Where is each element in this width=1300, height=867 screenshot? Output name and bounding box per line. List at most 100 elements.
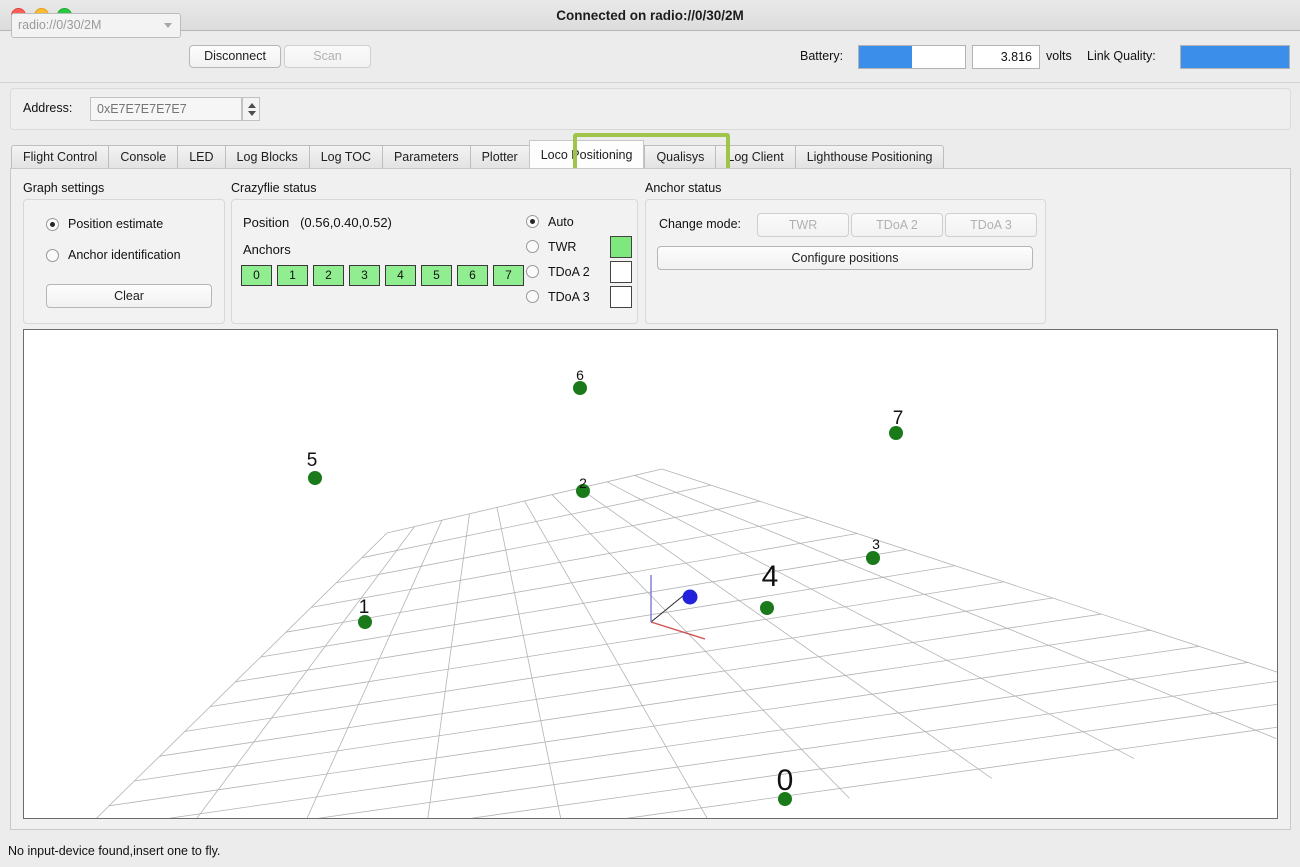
anchor-indicator-1: 1 [277,265,308,286]
anchor-status-title: Anchor status [645,181,722,195]
radio-position-estimate-indicator[interactable] [46,217,59,231]
anchor-indicator-6: 6 [457,265,488,286]
anchor-label-5: 5 [307,450,318,471]
anchor-marker-3: 3 [866,536,880,565]
stepper-down-icon[interactable] [248,111,256,116]
scan-button[interactable]: Scan [284,45,371,68]
connection-uri-select[interactable]: radio://0/30/2M [11,13,181,38]
mode-radio-tdoa-3-label: TDoA 3 [548,289,590,304]
position-value: (0.56,0.40,0.52) [300,215,392,230]
position-readout: Position (0.56,0.40,0.52) [243,215,392,230]
tab-parameters[interactable]: Parameters [381,145,470,169]
mode-radio-group: Auto TWR TDoA 2 TDoA 3 [526,209,632,309]
mode-radio-twr[interactable]: TWR [526,234,632,259]
mode-state-tdoa-3 [610,285,632,308]
link-quality-gauge-fill [1181,46,1289,68]
mode-radio-tdoa-2-indicator[interactable] [526,265,539,278]
tab-loco-positioning[interactable]: Loco Positioning [528,140,645,170]
mode-radio-tdoa-2-label: TDoA 2 [548,264,590,279]
change-mode-tdoa3-button[interactable]: TDoA 3 [945,213,1037,237]
anchor-indicator-3: 3 [349,265,380,286]
tab-flight-control[interactable]: Flight Control [11,145,109,169]
anchor-label-1: 1 [359,597,370,618]
graph-settings-box: Position estimate Anchor identification … [23,199,225,324]
anchor-marker-1: 1 [358,597,372,629]
mode-state-tdoa-2 [610,260,632,283]
chevron-down-icon [164,23,172,28]
tab-led[interactable]: LED [177,145,225,169]
change-mode-tdoa2-button[interactable]: TDoA 2 [851,213,943,237]
status-bar: No input-device found,insert one to fly. [0,836,1300,867]
radio-anchor-identification-indicator[interactable] [46,248,59,262]
radio-position-estimate[interactable]: Position estimate [46,217,163,231]
floor-grid [96,468,1277,818]
mode-radio-twr-label: TWR [548,239,577,254]
address-label: Address: [23,101,73,115]
battery-voltage-value: 3.816 [972,45,1040,69]
graph-settings-title: Graph settings [23,181,105,195]
anchor-marker-7: 7 [889,408,903,440]
tab-qualisys[interactable]: Qualisys [644,145,716,169]
position-label: Position [243,215,290,230]
position-plot-canvas[interactable]: 0 1 2 3 4 5 6 7 [24,330,1277,818]
title-bar: Connected on radio://0/30/2M [0,0,1300,31]
anchor-indicator-0: 0 [241,265,272,286]
tab-log-blocks[interactable]: Log Blocks [224,145,309,169]
window-title: Connected on radio://0/30/2M [556,7,744,23]
app-window: Connected on radio://0/30/2M radio://0/3… [0,0,1300,867]
mode-radio-auto-indicator[interactable] [526,215,539,228]
tab-bar: Flight Control Console LED Log Blocks Log TO… [11,140,945,170]
anchors-label: Anchors [243,242,291,257]
axis-x [650,621,706,640]
anchor-label-6: 6 [576,367,584,383]
radio-anchor-identification-label: Anchor identification [68,248,181,262]
address-group: Address: [10,88,1291,130]
volts-unit-label: volts [1046,49,1072,63]
anchor-label-0: 0 [777,764,794,797]
tab-log-client[interactable]: Log Client [715,145,795,169]
tab-plotter[interactable]: Plotter [469,145,529,169]
anchor-indicator-4: 4 [385,265,416,286]
connection-uri-value: radio://0/30/2M [18,18,102,32]
mode-radio-twr-indicator[interactable] [526,240,539,253]
mode-radio-tdoa-3[interactable]: TDoA 3 [526,284,632,309]
crazyflie-status-title: Crazyflie status [231,181,317,195]
battery-label: Battery: [800,49,844,63]
status-message: No input-device found,insert one to fly. [8,844,221,858]
stepper-up-icon[interactable] [248,103,256,108]
mode-radio-auto-label: Auto [548,214,574,229]
drone-position-marker [682,589,698,605]
clear-button[interactable]: Clear [46,284,212,308]
anchor-label-2: 2 [579,475,587,491]
address-input[interactable] [90,97,242,121]
mode-radio-auto[interactable]: Auto [526,209,632,234]
position-plot[interactable]: 0 1 2 3 4 5 6 7 [23,329,1278,819]
anchor-indicator-2: 2 [313,265,344,286]
radio-position-estimate-label: Position estimate [68,217,164,231]
tab-console[interactable]: Console [108,145,178,169]
radio-anchor-identification[interactable]: Anchor identification [46,248,181,262]
address-stepper[interactable] [242,97,260,121]
loco-positioning-panel: Graph settings Position estimate Anchor … [10,168,1291,830]
change-mode-label: Change mode: [659,217,742,231]
anchor-indicator-7: 7 [493,265,524,286]
anchor-marker-6: 6 [573,367,587,395]
anchor-dot-4 [760,601,774,615]
configure-positions-button[interactable]: Configure positions [657,246,1033,270]
link-quality-label: Link Quality: [1087,49,1156,63]
tab-lighthouse-positioning[interactable]: Lighthouse Positioning [794,145,945,169]
mode-radio-tdoa-2[interactable]: TDoA 2 [526,259,632,284]
change-mode-twr-button[interactable]: TWR [757,213,849,237]
anchor-indicator-row: 01234567 [241,265,524,286]
anchor-marker-0: 0 [777,764,794,806]
anchor-label-3: 3 [872,536,880,552]
disconnect-button[interactable]: Disconnect [189,45,281,68]
mode-radio-tdoa-3-indicator[interactable] [526,290,539,303]
mode-state-twr [610,235,632,258]
anchor-dot-6 [573,381,587,395]
anchor-label-4: 4 [762,560,779,593]
tab-log-toc[interactable]: Log TOC [308,145,382,169]
battery-gauge [858,45,966,69]
link-quality-gauge [1180,45,1290,69]
anchor-marker-5: 5 [307,450,322,485]
